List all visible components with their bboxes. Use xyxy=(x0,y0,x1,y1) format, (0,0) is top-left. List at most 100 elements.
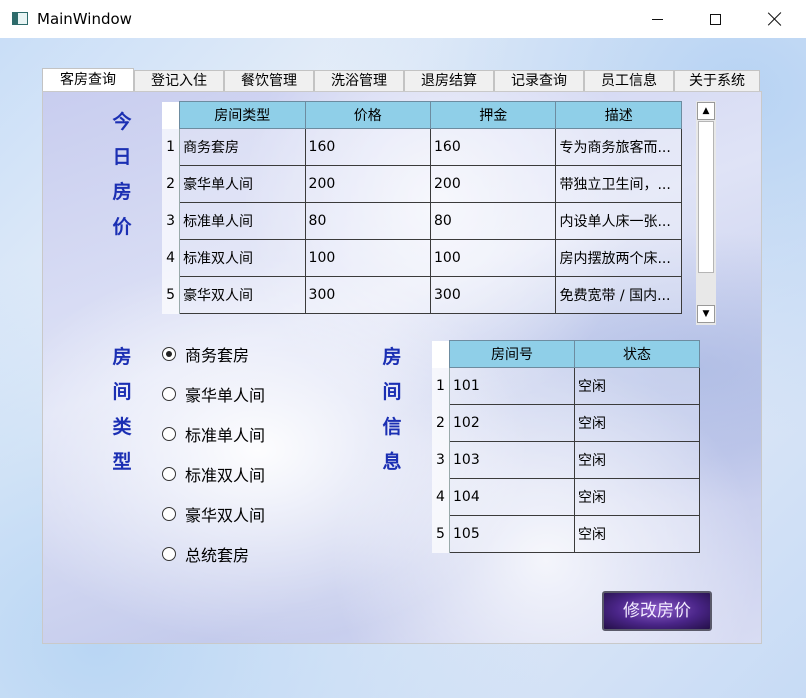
radio-deluxe-single[interactable]: 豪华单人间 xyxy=(162,384,266,405)
row-number: 4 xyxy=(162,239,181,277)
row-number: 3 xyxy=(432,441,450,479)
room-table[interactable]: 房间号 状态 1 101 空闲 2 102 空闲 3 103 空闲 4 104 … xyxy=(432,340,700,553)
corner-cell xyxy=(432,340,450,368)
table-cell[interactable]: 200 xyxy=(429,165,557,203)
tab-records[interactable]: 记录查询 xyxy=(494,70,584,92)
table-row[interactable]: 5 105 空闲 xyxy=(432,515,700,553)
table-cell[interactable]: 102 xyxy=(449,404,575,442)
radio-label: 豪华双人间 xyxy=(185,506,266,525)
table-row[interactable]: 1 商务套房 160 160 专为商务旅客而... xyxy=(162,128,682,166)
radio-deluxe-double[interactable]: 豪华双人间 xyxy=(162,504,266,525)
label-char: 房 xyxy=(112,181,132,203)
column-header[interactable]: 状态 xyxy=(574,340,700,368)
tab-bath[interactable]: 洗浴管理 xyxy=(314,70,404,92)
radio-label: 标准单人间 xyxy=(185,426,266,445)
table-cell[interactable]: 100 xyxy=(304,239,432,277)
table-cell[interactable]: 豪华双人间 xyxy=(179,276,306,314)
tab-check-in[interactable]: 登记入住 xyxy=(134,70,224,92)
column-header[interactable]: 房间类型 xyxy=(179,101,306,129)
table-header-row: 房间号 状态 xyxy=(432,340,700,368)
column-header[interactable]: 价格 xyxy=(304,101,432,129)
radio-unchecked-icon xyxy=(162,467,176,481)
window-title: MainWindow xyxy=(37,10,132,28)
table-row[interactable]: 3 标准单人间 80 80 内设单人床一张... xyxy=(162,202,682,240)
label-char: 间 xyxy=(382,381,402,403)
row-number: 1 xyxy=(162,128,181,166)
minimize-button[interactable] xyxy=(634,0,680,38)
tab-about[interactable]: 关于系统 xyxy=(674,70,760,92)
tab-room-query[interactable]: 客房查询 xyxy=(42,68,134,92)
table-row[interactable]: 2 豪华单人间 200 200 带独立卫生间，... xyxy=(162,165,682,203)
table-cell[interactable]: 空闲 xyxy=(574,404,700,442)
table-row[interactable]: 5 豪华双人间 300 300 免费宽带 / 国内... xyxy=(162,276,682,314)
radio-label: 豪华单人间 xyxy=(185,386,266,405)
table-cell[interactable]: 103 xyxy=(449,441,575,479)
table-cell[interactable]: 200 xyxy=(304,165,432,203)
table-cell[interactable]: 80 xyxy=(429,202,557,240)
table-row[interactable]: 3 103 空闲 xyxy=(432,441,700,479)
table-cell[interactable]: 104 xyxy=(449,478,575,516)
maximize-icon xyxy=(709,13,721,25)
radio-label: 商务套房 xyxy=(185,346,250,365)
table-row[interactable]: 2 102 空闲 xyxy=(432,404,700,442)
tab-checkout[interactable]: 退房结算 xyxy=(404,70,494,92)
table-cell[interactable]: 80 xyxy=(304,202,432,240)
close-icon xyxy=(768,12,782,26)
tab-staff[interactable]: 员工信息 xyxy=(584,70,674,92)
table-cell[interactable]: 空闲 xyxy=(574,441,700,479)
table-cell[interactable]: 101 xyxy=(449,367,575,405)
table-cell[interactable]: 免费宽带 / 国内... xyxy=(555,276,682,314)
price-table-container[interactable]: 房间类型 价格 押金 描述 1 商务套房 160 160 专为商务旅客而... … xyxy=(162,101,696,325)
radio-checked-icon xyxy=(162,347,176,361)
label-char: 价 xyxy=(112,216,132,238)
row-number: 2 xyxy=(162,165,181,203)
table-cell[interactable]: 100 xyxy=(429,239,557,277)
label-char: 间 xyxy=(112,381,132,403)
column-header[interactable]: 描述 xyxy=(555,101,682,129)
price-table[interactable]: 房间类型 价格 押金 描述 1 商务套房 160 160 专为商务旅客而... … xyxy=(162,101,682,314)
price-table-scrollbar[interactable]: ▲ ▼ xyxy=(696,101,716,325)
table-cell[interactable]: 标准双人间 xyxy=(179,239,306,277)
table-cell[interactable]: 105 xyxy=(449,515,575,553)
radio-presidential-suite[interactable]: 总统套房 xyxy=(162,544,249,565)
modify-price-button[interactable]: 修改房价 xyxy=(602,591,712,631)
table-row[interactable]: 4 104 空闲 xyxy=(432,478,700,516)
table-cell[interactable]: 160 xyxy=(429,128,557,166)
table-cell[interactable]: 专为商务旅客而... xyxy=(555,128,682,166)
table-cell[interactable]: 房内摆放两个床... xyxy=(555,239,682,277)
radio-standard-single[interactable]: 标准单人间 xyxy=(162,424,266,445)
table-cell[interactable]: 空闲 xyxy=(574,515,700,553)
row-number: 3 xyxy=(162,202,181,240)
label-char: 类 xyxy=(112,416,132,438)
label-char: 房 xyxy=(112,346,132,368)
room-table-container[interactable]: 房间号 状态 1 101 空闲 2 102 空闲 3 103 空闲 4 104 … xyxy=(432,340,718,570)
today-price-label: 今 日 房 价 xyxy=(110,105,134,245)
table-cell[interactable]: 300 xyxy=(429,276,557,314)
table-cell[interactable]: 300 xyxy=(304,276,432,314)
table-cell[interactable]: 空闲 xyxy=(574,478,700,516)
column-header[interactable]: 押金 xyxy=(429,101,557,129)
column-header[interactable]: 房间号 xyxy=(449,340,575,368)
maximize-button[interactable] xyxy=(692,0,738,38)
label-char: 今 xyxy=(112,111,132,133)
table-cell[interactable]: 商务套房 xyxy=(179,128,306,166)
table-row[interactable]: 4 标准双人间 100 100 房内摆放两个床... xyxy=(162,239,682,277)
scroll-up-icon[interactable]: ▲ xyxy=(697,102,715,120)
label-char: 息 xyxy=(382,451,402,473)
table-cell[interactable]: 带独立卫生间，... xyxy=(555,165,682,203)
table-cell[interactable]: 160 xyxy=(304,128,432,166)
table-cell[interactable]: 豪华单人间 xyxy=(179,165,306,203)
tab-dining[interactable]: 餐饮管理 xyxy=(224,70,314,92)
table-cell[interactable]: 空闲 xyxy=(574,367,700,405)
scrollbar-thumb[interactable] xyxy=(698,121,714,273)
radio-standard-double[interactable]: 标准双人间 xyxy=(162,464,265,485)
close-button[interactable] xyxy=(752,0,798,38)
room-type-label: 房 间 类 型 xyxy=(110,340,134,480)
table-cell[interactable]: 内设单人床一张... xyxy=(555,202,682,240)
radio-business-suite[interactable]: 商务套房 xyxy=(162,344,250,365)
title-bar: MainWindow xyxy=(0,0,806,38)
table-cell[interactable]: 标准单人间 xyxy=(179,202,306,240)
label-char: 日 xyxy=(112,146,132,168)
scroll-down-icon[interactable]: ▼ xyxy=(697,305,715,323)
table-row[interactable]: 1 101 空闲 xyxy=(432,367,700,405)
